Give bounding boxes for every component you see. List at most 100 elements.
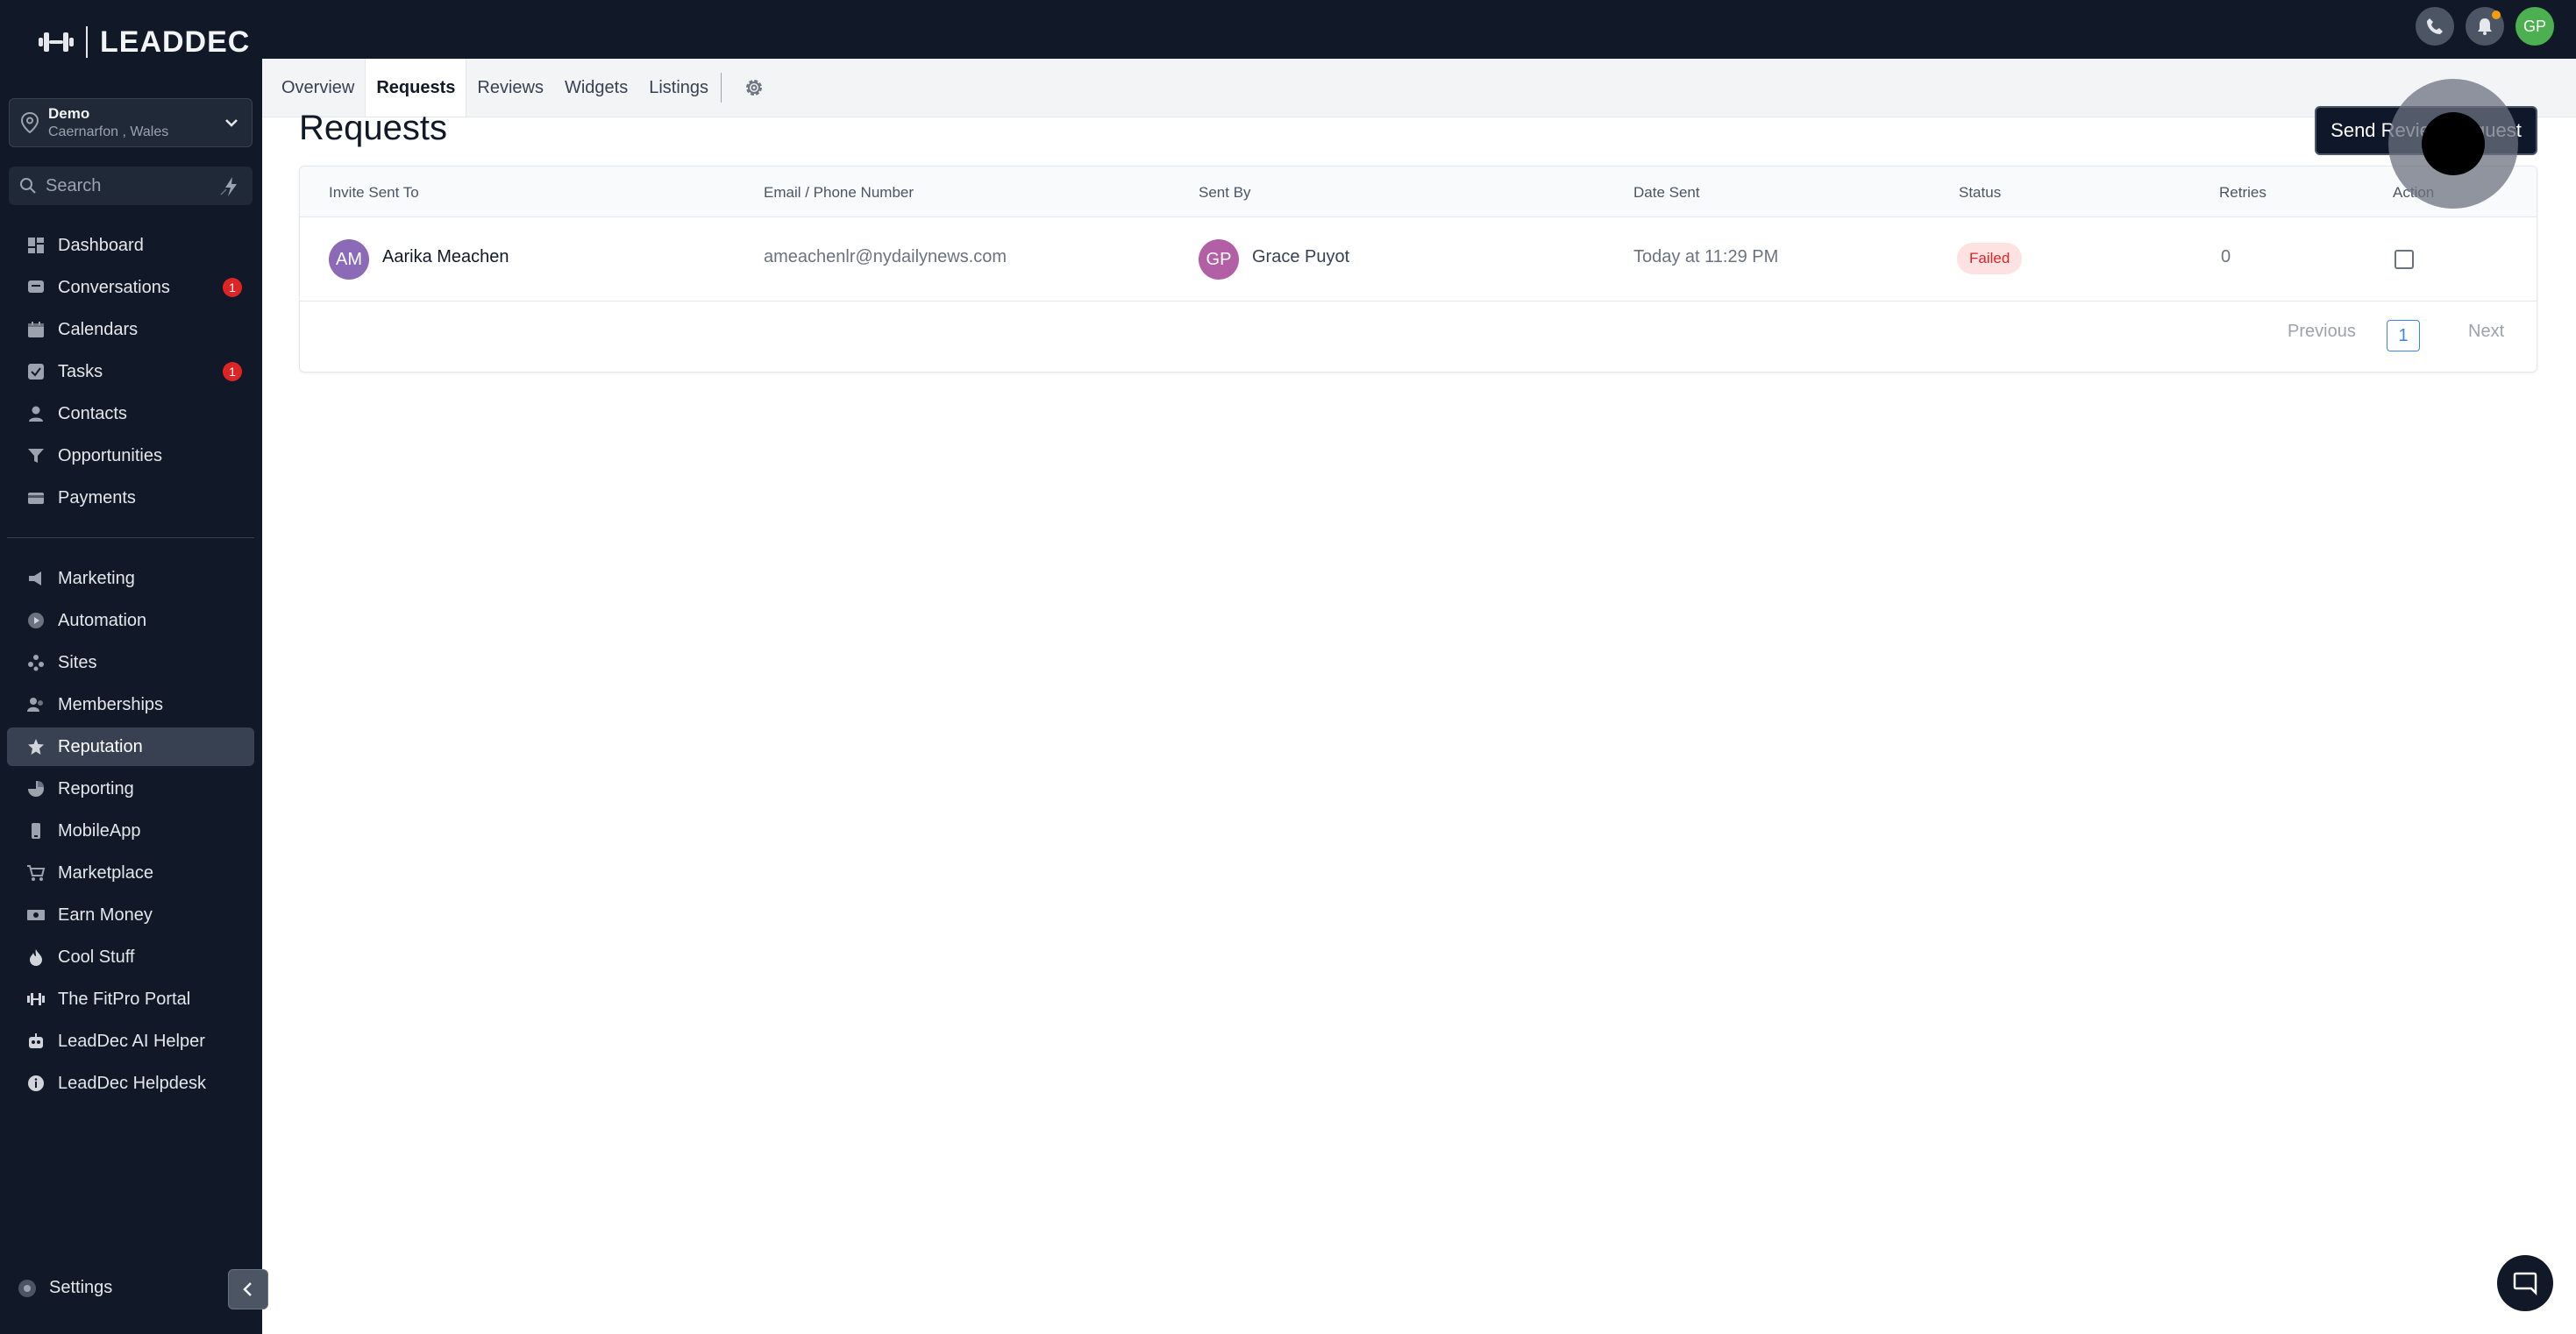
sidebar-item-label: Automation — [58, 610, 147, 630]
sidebar-item-marketplace[interactable]: Marketplace — [7, 854, 254, 892]
sidebar-item-label: Conversations — [58, 277, 170, 297]
sidebar-item-dashboard[interactable]: Dashboard — [7, 226, 254, 265]
sidebar-item-settings[interactable]: Settings — [18, 1278, 112, 1298]
flame-icon — [26, 947, 46, 967]
sidebar-item-reporting[interactable]: Reporting — [7, 770, 254, 808]
sidebar-item-label: Earn Money — [58, 905, 153, 925]
location-switcher[interactable]: Demo Caernarfon , Wales — [9, 98, 253, 147]
invitee-avatar: AM — [329, 239, 369, 280]
notification-badge: 1 — [223, 362, 242, 381]
sidebar-item-label: Tasks — [58, 361, 103, 381]
collapse-sidebar-button[interactable] — [228, 1269, 268, 1309]
chat-widget-button[interactable] — [2497, 1255, 2553, 1311]
sidebar-item-mobileapp[interactable]: MobileApp — [7, 812, 254, 850]
chat-icon — [26, 278, 46, 297]
column-header-sent-by[interactable]: Sent By — [1199, 184, 1251, 202]
sidebar-item-label: MobileApp — [58, 820, 141, 841]
sidebar-item-label: Reporting — [58, 778, 134, 798]
column-header-email-phone[interactable]: Email / Phone Number — [764, 184, 914, 202]
robot-icon — [26, 1032, 46, 1051]
sidebar-item-label: Sites — [58, 652, 97, 672]
sidebar-item-automation[interactable]: Automation — [7, 601, 254, 640]
location-pin-icon — [20, 111, 39, 134]
sidebar-item-contacts[interactable]: Contacts — [7, 394, 254, 433]
table-row[interactable]: AM Aarika Meachen ameachenlr@nydailynews… — [300, 217, 2537, 302]
sidebar-item-label: Opportunities — [58, 445, 162, 465]
pagination-page[interactable]: 1 — [2387, 320, 2420, 351]
notifications-button[interactable] — [2466, 7, 2504, 46]
sidebar-item-label: Reputation — [58, 736, 143, 756]
location-name: Demo — [48, 105, 90, 123]
user-avatar[interactable]: GP — [2516, 7, 2554, 46]
settings-label: Settings — [49, 1278, 113, 1297]
card-icon — [26, 488, 46, 507]
sidebar-item-label: Memberships — [58, 694, 164, 714]
requests-table: Invite Sent To Email / Phone Number Sent… — [299, 166, 2537, 373]
sidebar-item-memberships[interactable]: Memberships — [7, 685, 254, 724]
invitee-email: ameachenlr@nydailynews.com — [764, 247, 1007, 266]
sidebar-item-tasks[interactable]: Tasks 1 — [7, 352, 254, 391]
mobile-icon — [26, 821, 46, 841]
click-indicator-dot — [2422, 112, 2485, 175]
sidebar-item-marketing[interactable]: Marketing — [7, 559, 254, 598]
column-header-retries[interactable]: Retries — [2219, 184, 2266, 202]
sidebar-item-conversations[interactable]: Conversations 1 — [7, 268, 254, 307]
checkbox-icon — [26, 362, 46, 381]
pagination-next[interactable]: Next — [2468, 322, 2504, 342]
logo[interactable]: LEADDEC — [39, 25, 250, 60]
sidebar-item-label: Cool Stuff — [58, 947, 135, 967]
cart-icon — [26, 863, 46, 883]
date-sent: Today at 11:29 PM — [1633, 247, 1779, 266]
sidebar-divider — [7, 537, 254, 538]
sidebar-item-label: Marketplace — [58, 862, 153, 883]
top-bar: GP — [262, 0, 2576, 59]
sidebar: LEADDEC Demo Caernarfon , Wales Dashboa — [0, 0, 262, 1334]
dashboard-icon — [26, 236, 46, 255]
chevron-down-icon — [225, 119, 238, 127]
sidebar-item-cool-stuff[interactable]: Cool Stuff — [7, 938, 254, 976]
phone-icon — [2427, 18, 2443, 34]
logo-text: LEADDEC — [100, 25, 251, 59]
quick-actions-bolt-icon[interactable] — [219, 175, 242, 198]
tab-reviews[interactable]: Reviews — [466, 59, 554, 117]
tab-listings[interactable]: Listings — [638, 59, 719, 117]
members-icon — [26, 695, 46, 714]
chevron-left-icon — [243, 1282, 252, 1296]
tab-widgets[interactable]: Widgets — [554, 59, 638, 117]
calendar-icon — [26, 320, 46, 339]
person-icon — [26, 404, 46, 423]
sidebar-item-calendars[interactable]: Calendars — [7, 310, 254, 349]
sidebar-item-label: Calendars — [58, 319, 139, 339]
column-header-date-sent[interactable]: Date Sent — [1633, 184, 1700, 202]
column-header-invite-sent-to[interactable]: Invite Sent To — [329, 184, 419, 202]
search-icon — [20, 178, 36, 194]
sidebar-item-earn-money[interactable]: Earn Money — [7, 896, 254, 934]
star-icon — [26, 737, 46, 756]
status-badge: Failed — [1957, 243, 2023, 274]
retries-count: 0 — [2221, 247, 2231, 266]
column-header-status[interactable]: Status — [1959, 184, 2001, 202]
sidebar-item-ai-helper[interactable]: LeadDec AI Helper — [7, 1022, 254, 1061]
page-title: Requests — [299, 109, 447, 147]
chat-bubble-icon — [2513, 1272, 2537, 1296]
search-input[interactable] — [46, 175, 212, 196]
sidebar-item-helpdesk[interactable]: LeadDec Helpdesk — [7, 1064, 254, 1103]
sidebar-item-reputation[interactable]: Reputation — [7, 727, 254, 766]
sidebar-item-payments[interactable]: Payments — [7, 479, 254, 517]
sidebar-item-label: Payments — [58, 487, 136, 507]
automation-icon — [26, 611, 46, 630]
gear-icon — [746, 80, 763, 96]
sidebar-item-sites[interactable]: Sites — [7, 643, 254, 682]
row-select-checkbox[interactable] — [2395, 250, 2414, 269]
phone-button[interactable] — [2416, 7, 2454, 46]
sidebar-item-fitpro-portal[interactable]: The FitPro Portal — [7, 980, 254, 1018]
tab-settings[interactable] — [734, 59, 774, 117]
sidebar-item-label: The FitPro Portal — [58, 989, 191, 1009]
sidebar-item-opportunities[interactable]: Opportunities — [7, 436, 254, 475]
table-header: Invite Sent To Email / Phone Number Sent… — [300, 167, 2537, 217]
sender-name: Grace Puyot — [1252, 247, 1350, 266]
info-icon — [26, 1074, 46, 1093]
pagination-previous[interactable]: Previous — [2288, 322, 2356, 342]
dumbbell-icon — [26, 990, 46, 1009]
bell-icon — [2478, 18, 2492, 35]
